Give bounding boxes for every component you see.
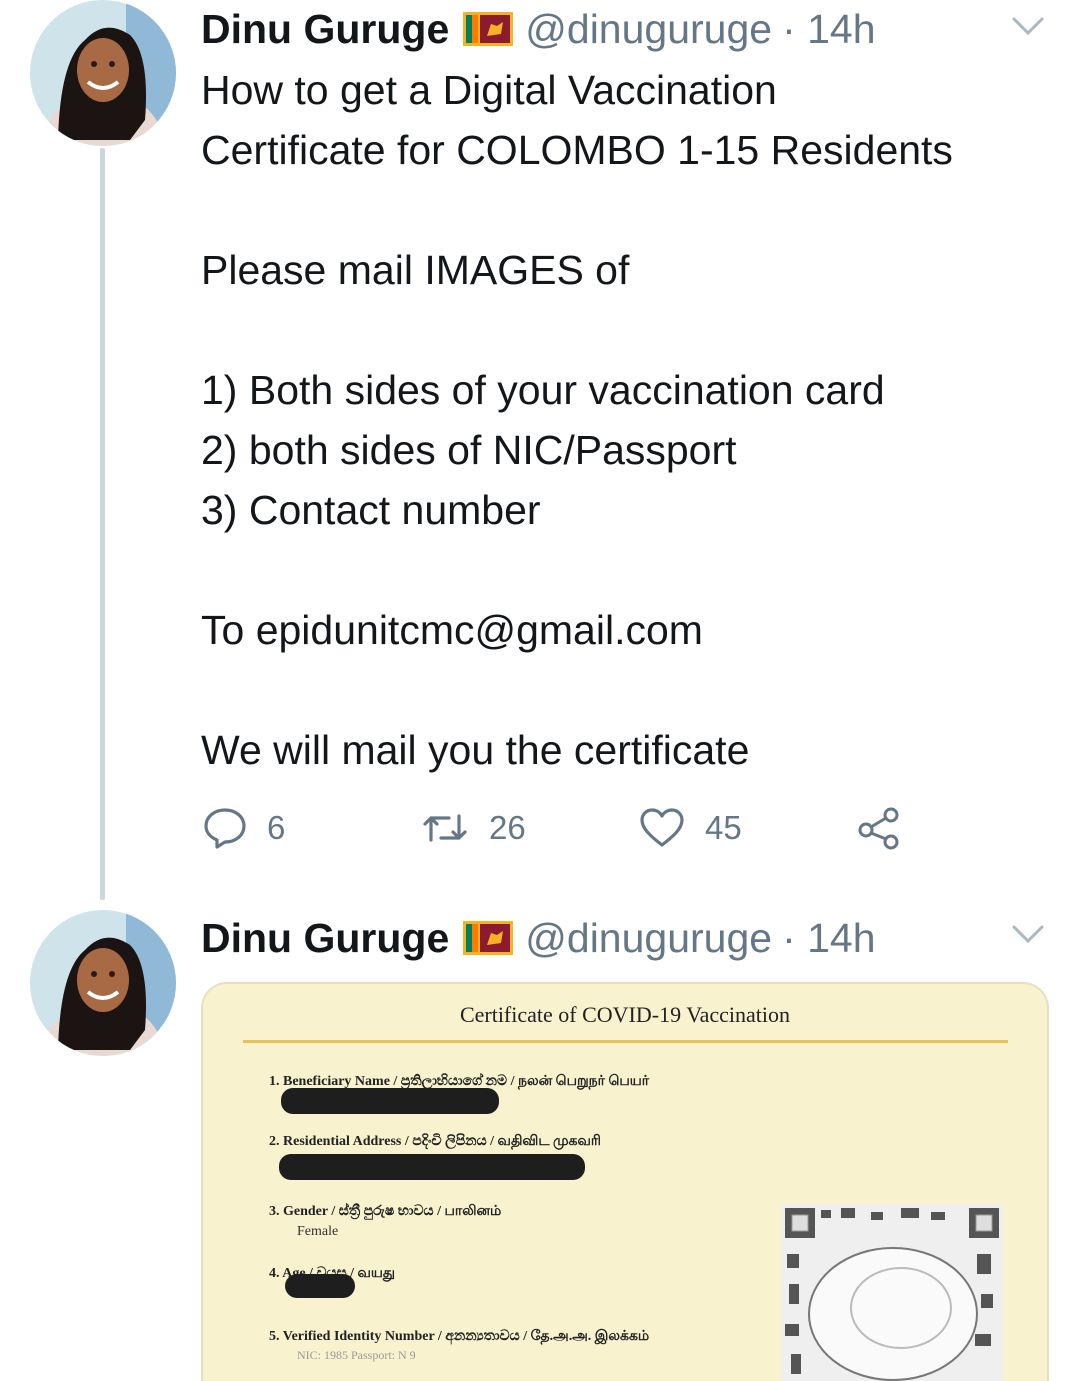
author-name[interactable]: Dinu Guruge (201, 915, 449, 962)
tweet-text-line: Please mail IMAGES of (201, 247, 630, 293)
tweet-time[interactable]: · 14h (782, 915, 875, 962)
author-handle[interactable]: @dinuguruge (525, 915, 772, 962)
redaction-mark (281, 1088, 499, 1114)
avatar[interactable] (30, 0, 176, 146)
tweet-text-line: We will mail you the certificate (201, 727, 750, 773)
tweet-text-line: How to get a Digital Vaccination (201, 67, 777, 113)
tweet-text-line (201, 300, 1051, 360)
redaction-mark (279, 1154, 585, 1180)
tweet-text-line (201, 540, 1051, 600)
certificate-field-gender: 3. Gender / ස්ත්‍රී පුරුෂ භාවය / பாலினம் (269, 1204, 502, 1219)
share-icon (857, 806, 901, 850)
certificate-field-address: 2. Residential Address / පදිංචි ලිපිනය /… (269, 1134, 601, 1149)
chevron-down-icon[interactable] (1010, 922, 1046, 946)
tweet-text-line: 1) Both sides of your vaccination card (201, 367, 885, 413)
tweet-header: Dinu Guruge @dinuguruge · 14h (201, 2, 876, 56)
tweet-text-line: 3) Contact number (201, 487, 541, 533)
certificate-id-value: NIC: 1985 Passport: N 9 (297, 1348, 416, 1362)
avatar[interactable] (30, 910, 176, 1056)
like-button[interactable]: 45 (639, 800, 742, 856)
retweet-icon (421, 808, 469, 848)
share-button[interactable] (857, 800, 901, 856)
tweet[interactable]: Dinu Guruge @dinuguruge · 14h How to get… (0, 0, 1080, 905)
reply-button[interactable]: 6 (203, 800, 285, 856)
tweet-text-line: To epidunitcmc@gmail.com (201, 607, 703, 653)
tweet-text-line: 2) both sides of NIC/Passport (201, 427, 737, 473)
reply-count: 6 (267, 809, 286, 846)
certificate-divider (243, 1040, 1008, 1043)
reply-icon (203, 806, 247, 850)
sri-lanka-flag-icon (463, 12, 514, 46)
retweet-count: 26 (489, 809, 526, 846)
chevron-down-icon[interactable] (1010, 14, 1046, 38)
tweet-text-line (201, 660, 1051, 720)
retweet-button[interactable]: 26 (421, 800, 526, 856)
certificate-gender-value: Female (297, 1224, 339, 1239)
sri-lanka-flag-icon (463, 921, 514, 955)
certificate-field-id: 5. Verified Identity Number / අනන්‍යතාවය… (269, 1329, 650, 1344)
tweet-actions: 6 26 45 (201, 800, 961, 856)
like-count: 45 (705, 809, 742, 846)
qr-code (781, 1204, 1003, 1381)
tweet-header: Dinu Guruge @dinuguruge · 14h (201, 911, 876, 965)
thread-connector (100, 148, 105, 900)
tweet-time[interactable]: · 14h (782, 6, 875, 53)
tweet-media-image[interactable]: Certificate of COVID-19 Vaccination 1. B… (201, 982, 1049, 1381)
like-icon (639, 807, 685, 849)
tweet-text: How to get a Digital Vaccination Certifi… (201, 60, 1051, 780)
certificate-title: Certificate of COVID-19 Vaccination (459, 1002, 791, 1027)
author-name[interactable]: Dinu Guruge (201, 6, 449, 53)
redaction-mark (285, 1274, 355, 1298)
author-handle[interactable]: @dinuguruge (525, 6, 772, 53)
tweet-text-line (201, 180, 1051, 240)
tweet-text-line: Certificate for COLOMBO 1-15 Residents (201, 127, 953, 173)
tweet[interactable]: Dinu Guruge @dinuguruge · 14h Certificat… (0, 905, 1080, 1381)
